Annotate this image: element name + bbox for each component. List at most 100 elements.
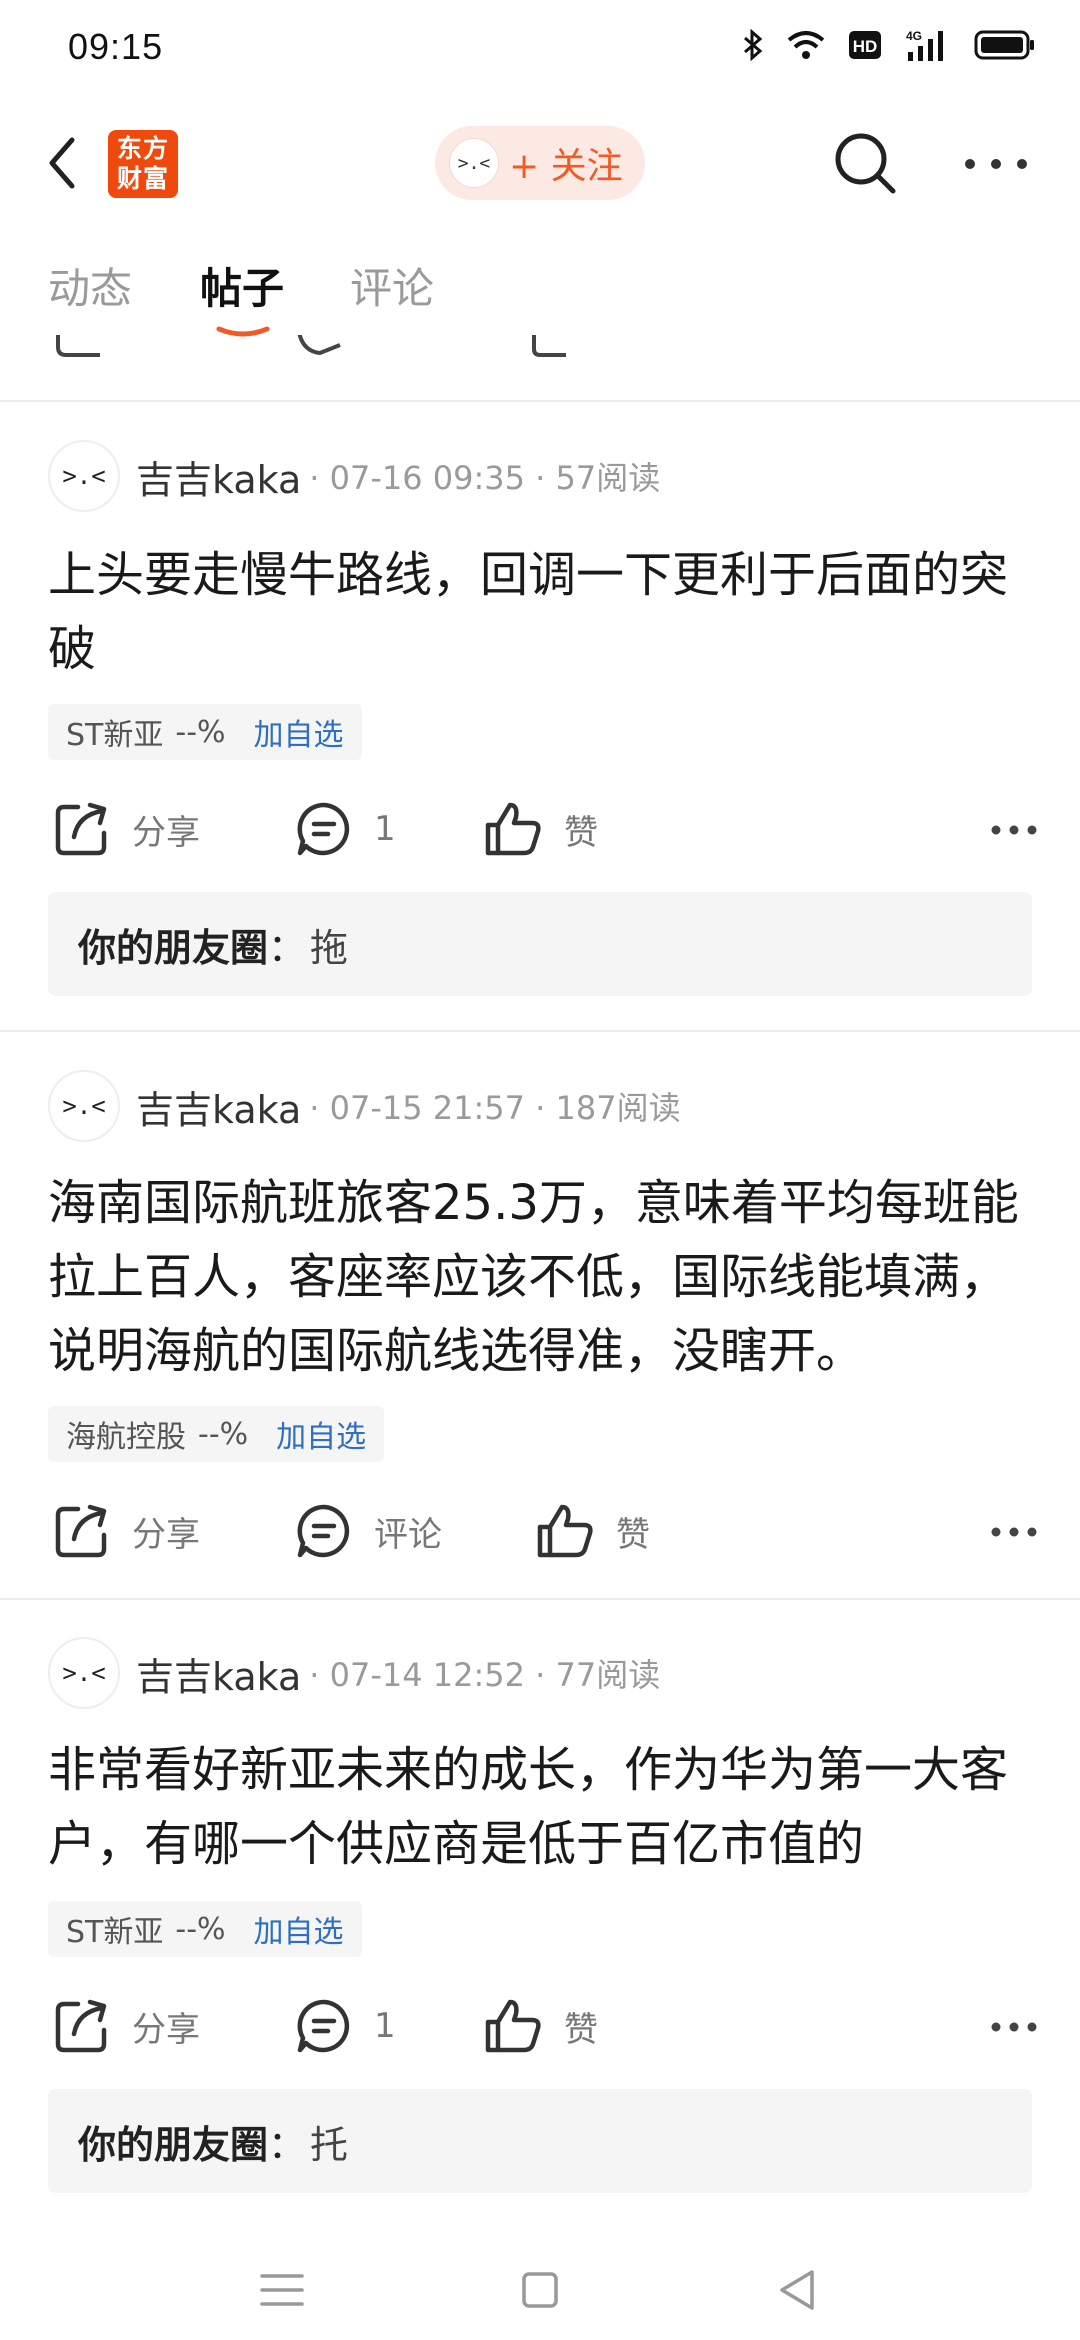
like-label: 赞: [616, 1514, 650, 1555]
previous-post-actions-cut: [0, 335, 1080, 367]
follow-label: + 关注: [509, 146, 623, 187]
bluetooth-icon: [744, 29, 763, 61]
search-button[interactable]: [830, 128, 900, 198]
system-nav-bar: [0, 2220, 1080, 2340]
friends-circle-colon: ：: [268, 2122, 307, 2167]
comment-icon: [297, 802, 350, 856]
friends-circle-label: 你的朋友圈: [78, 925, 269, 970]
add-watchlist-button[interactable]: 加自选: [254, 710, 344, 754]
like-button[interactable]: 赞: [484, 1991, 598, 2061]
post-actions: 分享 评论 赞: [48, 1496, 1038, 1566]
post-meta: · 07-16 09:35 · 57阅读: [309, 459, 661, 497]
status-time: 09:15: [68, 26, 164, 67]
like-label: 赞: [564, 812, 598, 853]
home-icon[interactable]: [510, 2260, 570, 2320]
share-button[interactable]: 分享: [54, 794, 200, 864]
divider: [0, 1030, 1080, 1032]
hd-label: HD: [853, 37, 878, 56]
post-text[interactable]: 非常看好新亚未来的成长，作为华为第一大客户，有哪一个供应商是低于百亿市值的: [48, 1733, 1038, 1881]
back-triangle-icon[interactable]: [768, 2260, 828, 2320]
post-meta: · 07-15 21:57 · 187阅读: [309, 1089, 681, 1127]
stock-tag[interactable]: ST新亚 --% 加自选: [48, 1901, 362, 1957]
friends-circle-label: 你的朋友圈: [78, 2122, 269, 2167]
search-icon: [835, 133, 896, 194]
comment-label: 评论: [374, 1514, 442, 1555]
author-avatar[interactable]: >.<: [48, 1070, 120, 1142]
more-dots-icon: [965, 159, 1027, 169]
thumbs-up-icon: [537, 1504, 593, 1558]
share-label: 分享: [132, 1514, 200, 1555]
stock-change: --%: [175, 1911, 226, 1947]
author-avatar[interactable]: >.<: [48, 440, 120, 512]
profile-tabs: 动态 帖子 评论: [0, 255, 1080, 337]
status-bar: 09:15 HD 4G: [0, 0, 1080, 96]
stock-tag[interactable]: ST新亚 --% 加自选: [48, 704, 362, 760]
friends-circle-text: 拖: [310, 925, 349, 970]
signal-4g-icon: 4G: [906, 29, 943, 61]
post-more-icon[interactable]: [990, 1522, 1038, 1542]
author-name[interactable]: 吉吉kaka: [136, 449, 301, 504]
menu-icon[interactable]: [252, 2260, 312, 2320]
post-text[interactable]: 上头要走慢牛路线，回调一下更利于后面的突破: [48, 538, 1038, 686]
share-label: 分享: [132, 812, 200, 853]
post-header: >.< 吉吉kaka · 07-15 21:57 · 187阅读: [48, 1070, 681, 1142]
stock-change: --%: [175, 714, 226, 750]
hd-icon: HD: [849, 31, 881, 59]
friends-circle-text: 托: [310, 2122, 349, 2167]
tab-posts[interactable]: 帖子: [200, 255, 284, 316]
post-card[interactable]: >.< 吉吉kaka · 07-15 21:57 · 187阅读 海南国际航班旅…: [0, 1070, 1080, 1590]
stock-change: --%: [198, 1416, 249, 1452]
comment-icon: [297, 1504, 350, 1558]
user-avatar: >.<: [449, 138, 499, 188]
follow-button[interactable]: >.< + 关注: [435, 126, 645, 200]
post-card[interactable]: >.< 吉吉kaka · 07-16 09:35 · 57阅读 上头要走慢牛路线…: [0, 440, 1080, 1030]
post-header: >.< 吉吉kaka · 07-16 09:35 · 57阅读: [48, 440, 660, 512]
share-label: 分享: [132, 2009, 200, 2050]
comment-count: 1: [374, 809, 396, 849]
author-avatar[interactable]: >.<: [48, 1637, 120, 1709]
comment-count: 1: [374, 2006, 396, 2046]
post-card[interactable]: >.< 吉吉kaka · 07-14 12:52 · 77阅读 非常看好新亚未来…: [0, 1637, 1080, 2197]
more-menu-button[interactable]: [962, 144, 1030, 184]
author-name[interactable]: 吉吉kaka: [136, 1646, 301, 1701]
add-watchlist-button[interactable]: 加自选: [254, 1907, 344, 1951]
post-more-icon[interactable]: [990, 820, 1038, 840]
friends-circle-box[interactable]: 你的朋友圈 ： 拖: [48, 892, 1032, 996]
post-more-icon[interactable]: [990, 2017, 1038, 2037]
app-logo[interactable]: 东方 财富: [108, 130, 178, 198]
comment-button[interactable]: 1: [296, 1991, 396, 2061]
post-actions: 分享 1 赞: [48, 794, 1038, 864]
post-actions: 分享 1 赞: [48, 1991, 1038, 2061]
divider: [0, 1598, 1080, 1600]
divider: [0, 400, 1080, 402]
like-button[interactable]: 赞: [536, 1496, 650, 1566]
stock-name: 海航控股: [66, 1420, 186, 1455]
like-button[interactable]: 赞: [484, 794, 598, 864]
logo-line1: 东方: [116, 134, 169, 163]
share-icon: [55, 1504, 107, 1558]
share-button[interactable]: 分享: [54, 1991, 200, 2061]
stock-name: ST新亚: [66, 718, 164, 753]
tab-comments[interactable]: 评论: [350, 255, 434, 316]
logo-line2: 财富: [116, 164, 169, 193]
share-icon: [55, 1999, 107, 2053]
thumbs-up-icon: [485, 802, 541, 856]
post-meta: · 07-14 12:52 · 77阅读: [309, 1656, 661, 1694]
friends-circle-box[interactable]: 你的朋友圈 ： 托: [48, 2089, 1032, 2193]
stock-tag[interactable]: 海航控股 --% 加自选: [48, 1406, 385, 1462]
share-icon: [55, 802, 107, 856]
tab-dynamics[interactable]: 动态: [48, 255, 132, 316]
stock-name: ST新亚: [66, 1915, 164, 1950]
author-name[interactable]: 吉吉kaka: [136, 1079, 301, 1134]
comment-button[interactable]: 1: [296, 794, 396, 864]
like-label: 赞: [564, 2009, 598, 2050]
add-watchlist-button[interactable]: 加自选: [276, 1412, 366, 1456]
back-arrow-icon: [49, 137, 75, 189]
back-button[interactable]: [40, 128, 90, 198]
battery-icon: [974, 30, 1034, 60]
post-text[interactable]: 海南国际航班旅客25.3万，意味着平均每班能拉上百人，客座率应该不低，国际线能填…: [48, 1166, 1038, 1388]
friends-circle-colon: ：: [268, 925, 307, 970]
thumbs-up-icon: [485, 1999, 541, 2053]
comment-button[interactable]: 评论: [296, 1496, 442, 1566]
share-button[interactable]: 分享: [54, 1496, 200, 1566]
